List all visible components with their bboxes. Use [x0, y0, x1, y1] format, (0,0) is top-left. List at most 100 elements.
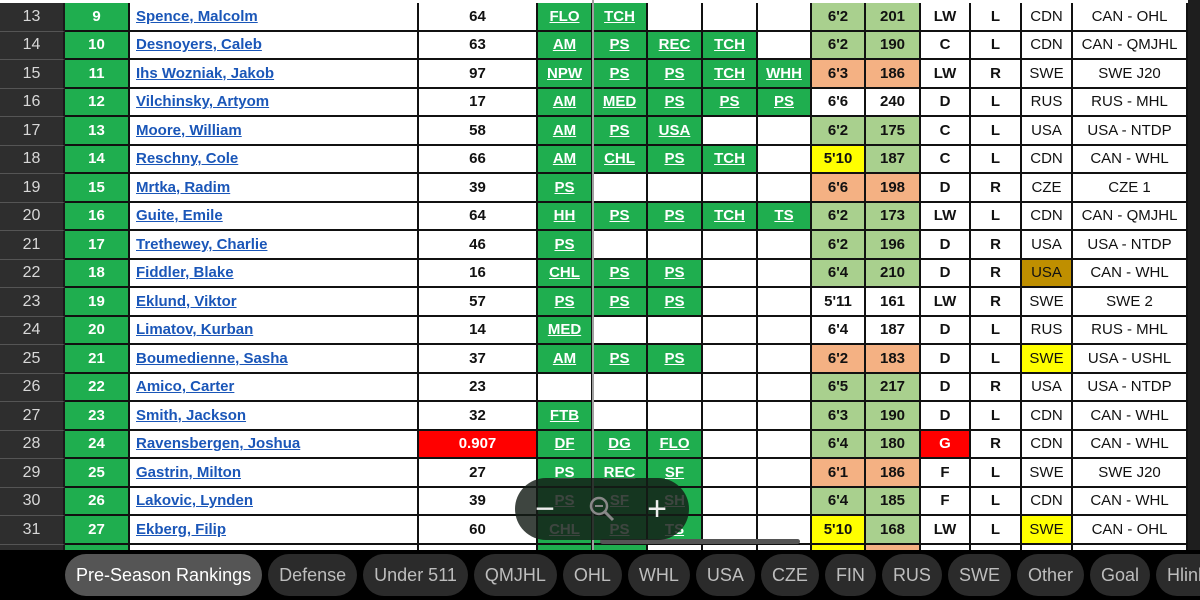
freeze-pane-divider[interactable] — [592, 0, 594, 550]
zoom-reset-button[interactable] — [582, 478, 622, 540]
tag-cell-2[interactable]: PS — [593, 288, 648, 317]
player-name-link[interactable]: Fiddler, Blake — [130, 259, 419, 288]
tag-cell-3[interactable]: USA — [648, 117, 703, 146]
row-number[interactable]: 31 — [0, 516, 65, 545]
zoom-out-button[interactable]: − — [525, 478, 565, 540]
player-name-link[interactable]: Moore, William — [130, 117, 419, 146]
tag-cell-2[interactable]: PS — [593, 259, 648, 288]
sheet-tab-pre-season-rankings[interactable]: Pre-Season Rankings — [65, 554, 263, 596]
tag-cell-5[interactable] — [758, 231, 812, 260]
tag-cell-5[interactable] — [758, 174, 812, 203]
tag-cell-2[interactable] — [593, 174, 648, 203]
player-name-link[interactable]: Gastrin, Milton — [130, 459, 419, 488]
tag-cell-4[interactable] — [703, 487, 758, 516]
tag-cell-5[interactable]: WHH — [758, 60, 812, 89]
tag-cell-1[interactable]: AM — [538, 145, 593, 174]
sheet-tab-rus[interactable]: RUS — [881, 554, 942, 596]
tag-cell-5[interactable]: TS — [758, 202, 812, 231]
row-number[interactable]: 27 — [0, 402, 65, 431]
player-name-link[interactable]: Spence, Malcolm — [130, 3, 419, 32]
tag-cell-2[interactable]: PS — [593, 202, 648, 231]
tag-cell-1[interactable]: HH — [538, 202, 593, 231]
tag-cell-2[interactable]: MED — [593, 88, 648, 117]
tag-cell-2[interactable]: TCH — [593, 3, 648, 32]
tag-cell-2[interactable] — [593, 316, 648, 345]
player-name-link[interactable]: Vilchinsky, Artyom — [130, 88, 419, 117]
tag-cell-3[interactable]: PS — [648, 88, 703, 117]
tag-cell-5[interactable] — [758, 31, 812, 60]
row-number[interactable]: 17 — [0, 117, 65, 146]
tag-cell-1[interactable]: AM — [538, 31, 593, 60]
row-number[interactable]: 26 — [0, 373, 65, 402]
tag-cell-5[interactable] — [758, 117, 812, 146]
sheet-tab-defense[interactable]: Defense — [268, 554, 358, 596]
tag-cell-3[interactable] — [648, 402, 703, 431]
tag-cell-2[interactable] — [593, 373, 648, 402]
tag-cell-2[interactable]: CHL — [593, 145, 648, 174]
tag-cell-2[interactable] — [593, 402, 648, 431]
row-number[interactable]: 30 — [0, 487, 65, 516]
sheet-tab-usa[interactable]: USA — [695, 554, 755, 596]
tag-cell-4[interactable]: TCH — [703, 145, 758, 174]
sheet-tab-qmjhl[interactable]: QMJHL — [473, 554, 557, 596]
tag-cell-1[interactable] — [538, 373, 593, 402]
tag-cell-3[interactable]: PS — [648, 345, 703, 374]
tag-cell-1[interactable]: FLO — [538, 3, 593, 32]
row-number[interactable]: 20 — [0, 202, 65, 231]
tag-cell-1[interactable]: AM — [538, 117, 593, 146]
tag-cell-1[interactable]: CHL — [538, 259, 593, 288]
tag-cell-3[interactable] — [648, 373, 703, 402]
player-name-link[interactable]: Trethewey, Charlie — [130, 231, 419, 260]
player-name-link[interactable]: Lakovic, Lynden — [130, 487, 419, 516]
tag-cell-1[interactable]: MED — [538, 316, 593, 345]
tag-cell-4[interactable] — [703, 174, 758, 203]
player-name-link[interactable]: Mrtka, Radim — [130, 174, 419, 203]
tag-cell-3[interactable]: FLO — [648, 430, 703, 459]
tag-cell-4[interactable] — [703, 3, 758, 32]
row-number[interactable]: 25 — [0, 345, 65, 374]
tag-cell-5[interactable] — [758, 288, 812, 317]
player-name-link[interactable]: Ekberg, Filip — [130, 516, 419, 545]
tag-cell-4[interactable] — [703, 288, 758, 317]
row-number[interactable]: 22 — [0, 259, 65, 288]
tag-cell-5[interactable] — [758, 345, 812, 374]
tag-cell-4[interactable] — [703, 117, 758, 146]
tag-cell-3[interactable]: REC — [648, 31, 703, 60]
tag-cell-2[interactable]: PS — [593, 117, 648, 146]
tag-cell-3[interactable] — [648, 3, 703, 32]
row-number[interactable]: 14 — [0, 31, 65, 60]
row-number[interactable]: 19 — [0, 174, 65, 203]
row-number[interactable]: 23 — [0, 288, 65, 317]
tag-cell-3[interactable]: PS — [648, 202, 703, 231]
tag-cell-5[interactable] — [758, 430, 812, 459]
sheet-tab-whl[interactable]: WHL — [627, 554, 690, 596]
tag-cell-5[interactable]: PS — [758, 88, 812, 117]
tag-cell-2[interactable]: PS — [593, 345, 648, 374]
player-name-link[interactable]: Boumedienne, Sasha — [130, 345, 419, 374]
tag-cell-2[interactable] — [593, 231, 648, 260]
tag-cell-4[interactable]: TCH — [703, 60, 758, 89]
tag-cell-3[interactable] — [648, 316, 703, 345]
row-number[interactable]: 29 — [0, 459, 65, 488]
sheet-tab-swe[interactable]: SWE — [947, 554, 1011, 596]
tag-cell-4[interactable] — [703, 259, 758, 288]
tag-cell-5[interactable] — [758, 316, 812, 345]
sheet-tab-hlinka[interactable]: Hlinka — [1156, 554, 1200, 596]
row-number[interactable]: 13 — [0, 3, 65, 32]
sheet-tab-goal[interactable]: Goal — [1090, 554, 1151, 596]
tag-cell-4[interactable]: TCH — [703, 202, 758, 231]
player-name-link[interactable]: Ravensbergen, Joshua — [130, 430, 419, 459]
player-name-link[interactable]: Amico, Carter — [130, 373, 419, 402]
player-name-link[interactable]: Smith, Jackson — [130, 402, 419, 431]
row-number[interactable]: 24 — [0, 316, 65, 345]
tag-cell-3[interactable]: PS — [648, 145, 703, 174]
tag-cell-5[interactable] — [758, 402, 812, 431]
row-number[interactable]: 21 — [0, 231, 65, 260]
tag-cell-4[interactable] — [703, 316, 758, 345]
tag-cell-4[interactable] — [703, 430, 758, 459]
tag-cell-1[interactable]: NPW — [538, 60, 593, 89]
tag-cell-5[interactable] — [758, 145, 812, 174]
sheet-tab-ohl[interactable]: OHL — [562, 554, 622, 596]
tag-cell-5[interactable] — [758, 487, 812, 516]
sheet-tab-cze[interactable]: CZE — [760, 554, 819, 596]
